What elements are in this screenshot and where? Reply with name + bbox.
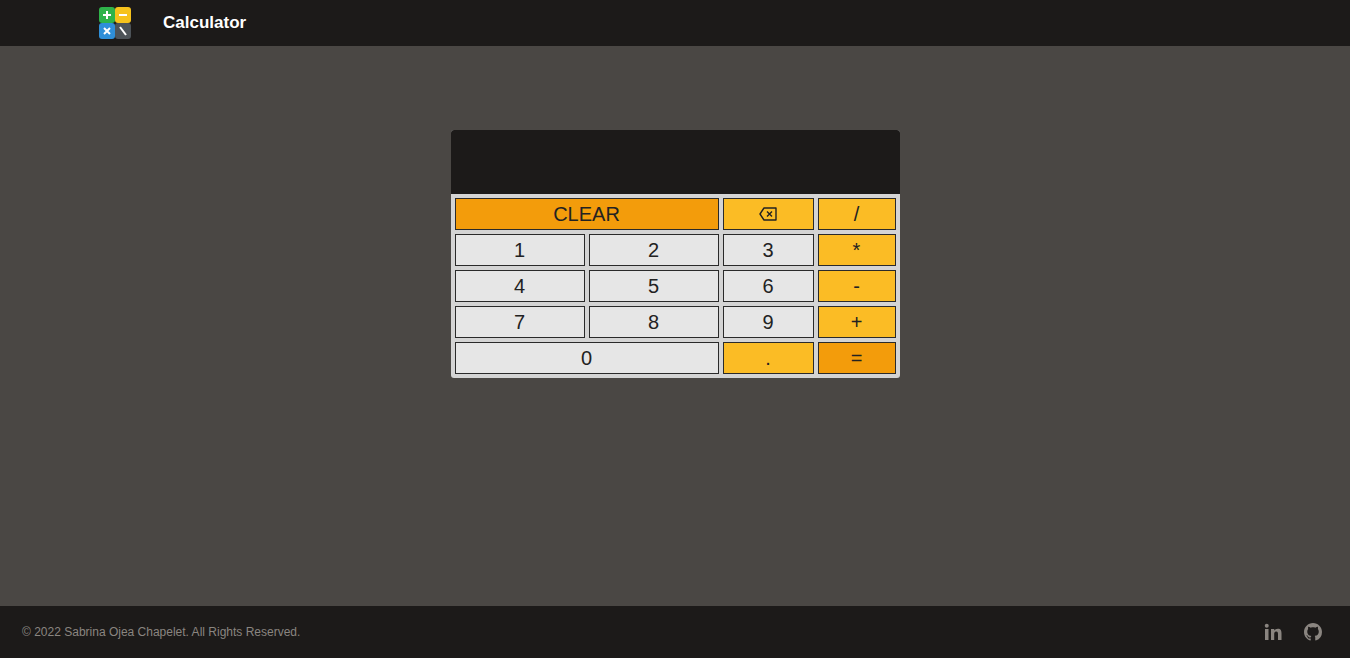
equals-key[interactable]: = [818, 342, 896, 374]
digit-key[interactable]: 2 [589, 234, 719, 266]
wide-digit-key[interactable]: 0 [455, 342, 719, 374]
calculator: CLEAR / 123* 456- 789+0.= [451, 130, 900, 378]
digit-key[interactable]: 1 [455, 234, 585, 266]
app-title: Calculator [163, 13, 246, 33]
github-icon[interactable] [1304, 623, 1322, 641]
keypad: CLEAR / 123* 456- 789+0.= [451, 194, 900, 378]
social-links [1264, 623, 1328, 641]
operator-key[interactable]: + [818, 306, 896, 338]
operator-key[interactable]: * [818, 234, 896, 266]
digit-key[interactable]: 6 [723, 270, 814, 302]
operator-key[interactable]: / [818, 198, 896, 230]
copyright: © 2022 Sabrina Ojea Chapelet. All Rights… [22, 625, 300, 639]
digit-key[interactable]: 4 [455, 270, 585, 302]
page: Calculator CLEAR / 123* 456- 789+0.= © 2022 … [0, 0, 1350, 658]
backspace-icon [759, 207, 777, 221]
digit-key[interactable]: 5 [589, 270, 719, 302]
digit-key[interactable]: 8 [589, 306, 719, 338]
backspace-key[interactable] [723, 198, 814, 230]
digit-key[interactable]: 7 [455, 306, 585, 338]
linkedin-icon[interactable] [1264, 623, 1282, 641]
operator-key[interactable]: . [723, 342, 814, 374]
operator-key[interactable]: - [818, 270, 896, 302]
digit-key[interactable]: 9 [723, 306, 814, 338]
calculator-logo-icon [99, 7, 131, 39]
digit-key[interactable]: 3 [723, 234, 814, 266]
header: Calculator [0, 0, 1350, 46]
display [451, 130, 900, 194]
clear-key[interactable]: CLEAR [455, 198, 719, 230]
footer: © 2022 Sabrina Ojea Chapelet. All Rights… [0, 606, 1350, 658]
chalkboard-background: CLEAR / 123* 456- 789+0.= [0, 46, 1350, 606]
